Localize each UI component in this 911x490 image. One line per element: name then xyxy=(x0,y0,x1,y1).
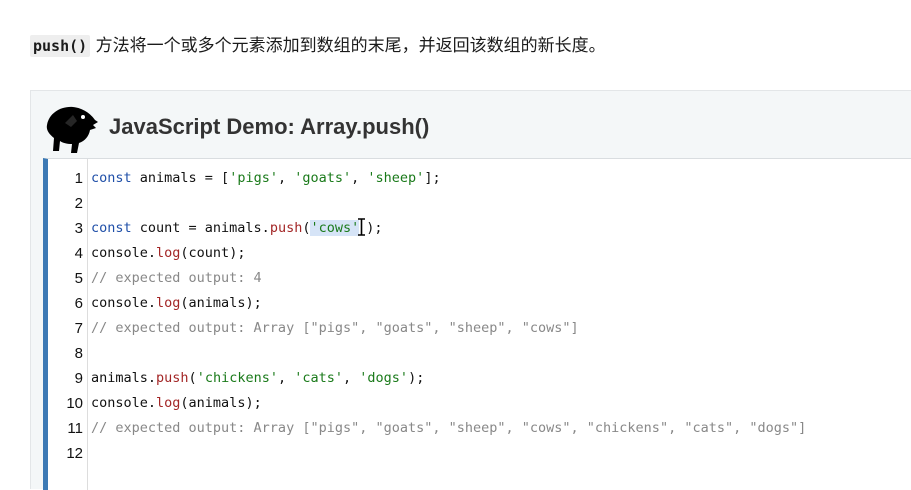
code-line[interactable]: console.log(animals); xyxy=(91,291,262,316)
code-token: ); xyxy=(366,220,383,236)
string-token: 'pigs' xyxy=(229,170,278,186)
line-number: 1 xyxy=(74,170,83,187)
text-cursor-icon xyxy=(358,218,366,236)
line-number: 9 xyxy=(74,370,83,387)
line-number: 12 xyxy=(66,445,83,462)
line-number: 5 xyxy=(74,270,83,287)
string-token: 'dogs' xyxy=(359,370,409,386)
string-token: 'sheep' xyxy=(367,170,425,186)
line-number: 10 xyxy=(66,395,83,412)
comment-line[interactable]: // expected output: 4 xyxy=(91,266,262,291)
code-line[interactable]: const count = animals.push('cows'); xyxy=(91,216,383,241)
keyword-token: const xyxy=(91,220,132,236)
code-token: , xyxy=(277,170,295,186)
code-token: console. xyxy=(91,245,157,261)
code-editor[interactable]: 1 2 3 4 5 6 7 8 9 10 11 12 const animals… xyxy=(43,158,911,490)
comment-line[interactable]: // expected output: Array ["pigs", "goat… xyxy=(91,316,579,341)
intro-text: push() 方法将一个或多个元素添加到数组的末尾，并返回该数组的新长度。 xyxy=(30,34,606,58)
code-token: console. xyxy=(91,295,157,311)
code-token: (animals); xyxy=(180,395,262,411)
function-token: log xyxy=(156,395,181,411)
code-token: ]; xyxy=(424,170,441,186)
code-token: count = animals. xyxy=(131,220,270,236)
function-token: log xyxy=(156,245,181,261)
line-number: 2 xyxy=(74,195,83,212)
code-token: ( xyxy=(188,370,197,386)
keyword-token: const xyxy=(91,170,132,186)
function-token: push xyxy=(269,220,303,236)
code-line[interactable]: console.log(count); xyxy=(91,241,245,266)
comment-line[interactable]: // expected output: Array ["pigs", "goat… xyxy=(91,416,806,441)
code-token: , xyxy=(277,370,295,386)
code-token: , xyxy=(351,170,368,186)
line-number: 8 xyxy=(74,345,83,362)
demo-title: JavaScript Demo: Array.push() xyxy=(109,114,430,139)
code-token: (count); xyxy=(180,245,246,261)
string-token: 'goats' xyxy=(294,170,352,186)
code-token: console. xyxy=(91,395,157,411)
code-token: , xyxy=(343,370,360,386)
function-token: log xyxy=(156,295,181,311)
interactive-demo: JavaScript Demo: Array.push() 1 2 3 4 5 … xyxy=(30,90,911,490)
line-number-gutter: 1 2 3 4 5 6 7 8 9 10 11 12 xyxy=(48,159,88,490)
line-number: 11 xyxy=(67,420,83,437)
method-code: push() xyxy=(30,35,91,57)
code-token: animals. xyxy=(91,370,157,386)
selected-string-token: 'cows' xyxy=(310,220,360,236)
function-token: push xyxy=(156,370,189,386)
code-line[interactable]: console.log(animals); xyxy=(91,391,262,416)
code-token: (animals); xyxy=(180,295,262,311)
line-number: 6 xyxy=(74,295,83,312)
code-token: ); xyxy=(408,370,425,386)
code-line[interactable]: animals.push('chickens', 'cats', 'dogs')… xyxy=(91,366,424,391)
dinosaur-logo-icon xyxy=(46,106,98,153)
string-token: 'cats' xyxy=(294,370,344,386)
code-token: animals = [ xyxy=(131,170,230,186)
intro-description: 方法将一个或多个元素添加到数组的末尾，并返回该数组的新长度。 xyxy=(90,36,606,56)
string-token: 'chickens' xyxy=(196,370,278,386)
code-line[interactable]: const animals = ['pigs', 'goats', 'sheep… xyxy=(91,166,441,191)
line-number: 3 xyxy=(74,220,83,237)
line-number: 4 xyxy=(74,245,83,262)
line-number: 7 xyxy=(74,320,83,337)
